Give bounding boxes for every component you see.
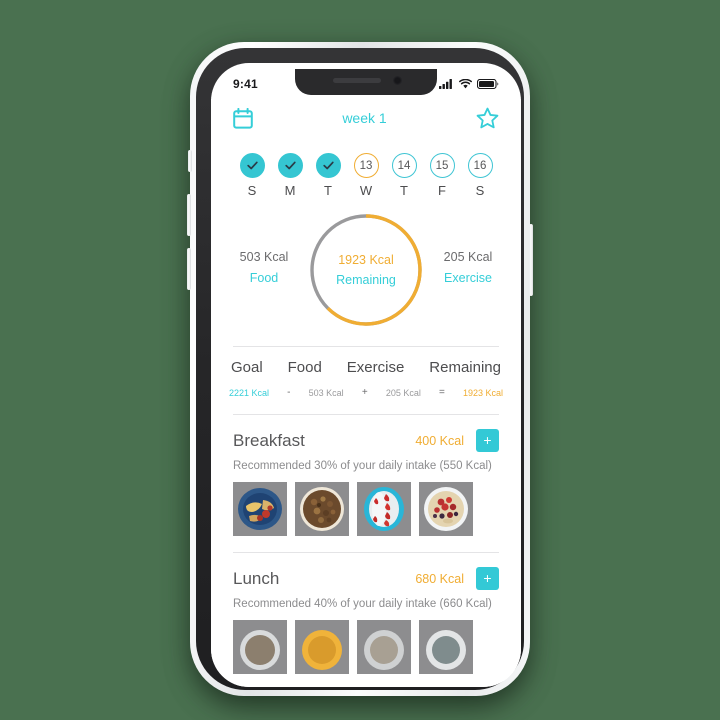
- meal-title: Breakfast: [233, 430, 305, 450]
- summary-remaining-value: 1923 Kcal: [462, 387, 503, 398]
- calorie-ring[interactable]: 1923 Kcal Remaining: [308, 212, 424, 328]
- lunch-thumb-1-icon[interactable]: [233, 620, 287, 674]
- summary-operator-equals: =: [438, 387, 445, 398]
- summary-food-value: 503 Kcal: [308, 387, 344, 398]
- meal-recommendation: Recommended 40% of your daily intake (66…: [233, 598, 492, 610]
- divider-between-meals: [233, 552, 499, 553]
- food-stat-label: Food: [249, 271, 279, 285]
- summary-operator-plus: +: [361, 387, 368, 398]
- day-letter: S: [247, 183, 257, 198]
- check-icon: [322, 161, 334, 170]
- berry-oats-icon[interactable]: [419, 482, 473, 536]
- meal-list: Breakfast 400 Kcal + Recommended 30% of you…: [211, 429, 521, 674]
- volume-up-button[interactable]: [187, 194, 191, 236]
- mute-switch[interactable]: [188, 150, 192, 172]
- day-number: 14: [397, 159, 411, 172]
- status-bar-time: 9:41: [233, 77, 258, 91]
- check-icon: [284, 161, 296, 170]
- day-number: 13: [359, 159, 373, 172]
- day-letter: M: [284, 183, 296, 198]
- meal-title: Lunch: [233, 568, 280, 588]
- day-column[interactable]: 14 T: [389, 153, 419, 198]
- day-circle-today[interactable]: 13: [353, 153, 379, 178]
- day-circle-future[interactable]: 15: [429, 153, 455, 178]
- day-circle-done[interactable]: [239, 153, 265, 178]
- exercise-stat-label: Exercise: [444, 271, 492, 285]
- page-title: week 1: [342, 110, 387, 126]
- summary-operator-minus: -: [287, 387, 291, 398]
- summary-exercise-value: 205 Kcal: [385, 387, 421, 398]
- phone-screen: 9:41 week 1 S M T 13 W 14 T 15 F 16 S 50…: [211, 63, 521, 687]
- calorie-ring-center: 1923 Kcal Remaining: [308, 212, 424, 328]
- summary-headers: Goal Food Exercise Remaining: [227, 359, 505, 376]
- summary-goal-value: 2221 Kcal: [229, 387, 270, 398]
- phone-mockup: 9:41 week 1 S M T 13 W 14 T 15 F 16 S 50…: [187, 42, 533, 702]
- lunch-thumb-2-icon[interactable]: [295, 620, 349, 674]
- meal-recommendation: Recommended 30% of your daily intake (55…: [233, 460, 492, 472]
- day-column[interactable]: T: [313, 153, 343, 198]
- star-icon[interactable]: [476, 107, 499, 129]
- day-circle-done[interactable]: [315, 153, 341, 178]
- divider-above-meals: [233, 414, 499, 415]
- day-strip: S M T 13 W 14 T 15 F 16 S: [211, 135, 521, 198]
- day-circle-future[interactable]: 16: [467, 153, 493, 178]
- exercise-stat: 205 Kcal Exercise: [431, 250, 505, 285]
- meal-section: Breakfast 400 Kcal + Recommended 30% of you…: [211, 429, 521, 553]
- app-content: week 1 S M T 13 W 14 T 15 F 16 S 503 Kcal Food: [211, 99, 521, 687]
- meal-header: Breakfast 400 Kcal +: [233, 429, 499, 452]
- wifi-icon: [459, 79, 472, 89]
- status-bar-icons: [439, 73, 499, 89]
- day-letter: S: [475, 183, 485, 198]
- check-icon: [246, 161, 258, 170]
- meal-thumbnails: [233, 620, 499, 674]
- strawberry-bowl-icon[interactable]: [357, 482, 411, 536]
- exercise-stat-value: 205 Kcal: [443, 250, 493, 264]
- food-stat-value: 503 Kcal: [239, 250, 289, 264]
- lunch-thumb-3-icon[interactable]: [357, 620, 411, 674]
- day-letter: T: [324, 183, 332, 198]
- day-letter: W: [359, 183, 373, 198]
- meal-calories: 680 Kcal: [415, 571, 464, 586]
- summary-header-food: Food: [287, 359, 322, 376]
- calorie-ring-section: 503 Kcal Food 1923 Kcal Remaining 205 Kc…: [211, 212, 521, 338]
- meal-thumbnails: [233, 482, 499, 536]
- lunch-thumb-4-icon[interactable]: [419, 620, 473, 674]
- remaining-label: Remaining: [336, 273, 396, 287]
- food-stat: 503 Kcal Food: [227, 250, 301, 285]
- day-circle-future[interactable]: 14: [391, 153, 417, 178]
- meal-header: Lunch 680 Kcal +: [233, 567, 499, 590]
- meal-calories: 400 Kcal: [415, 433, 464, 448]
- day-column[interactable]: S: [237, 153, 267, 198]
- signal-bars-icon: [439, 79, 452, 89]
- power-button[interactable]: [529, 224, 533, 296]
- add-food-button[interactable]: +: [476, 567, 499, 590]
- calorie-summary: Goal Food Exercise Remaining 2221 Kcal -…: [211, 347, 521, 398]
- meal-section: Lunch 680 Kcal + Recommended 40% of your da…: [211, 567, 521, 674]
- day-letter: F: [438, 183, 446, 198]
- calendar-icon[interactable]: [233, 107, 253, 129]
- battery-icon: [477, 79, 499, 89]
- granola-bowl-icon[interactable]: [295, 482, 349, 536]
- day-column[interactable]: M: [275, 153, 305, 198]
- plate-eggs-icon[interactable]: [233, 482, 287, 536]
- day-number: 16: [473, 159, 487, 172]
- phone-inner-frame: 9:41 week 1 S M T 13 W 14 T 15 F 16 S 50…: [196, 48, 524, 690]
- summary-header-exercise: Exercise: [346, 359, 405, 376]
- summary-header-remaining: Remaining: [429, 359, 501, 376]
- add-food-button[interactable]: +: [476, 429, 499, 452]
- day-number: 15: [435, 159, 449, 172]
- day-circle-done[interactable]: [277, 153, 303, 178]
- front-camera-icon: [393, 76, 402, 85]
- summary-header-goal: Goal: [231, 359, 263, 376]
- day-column[interactable]: 16 S: [465, 153, 495, 198]
- app-topbar: week 1: [211, 99, 521, 135]
- earpiece-speaker-icon: [333, 78, 381, 83]
- day-column[interactable]: 13 W: [351, 153, 381, 198]
- remaining-value: 1923 Kcal: [338, 253, 394, 267]
- day-letter: T: [400, 183, 408, 198]
- summary-values: 2221 Kcal - 503 Kcal + 205 Kcal = 1923 K…: [227, 387, 505, 398]
- volume-down-button[interactable]: [187, 248, 191, 290]
- day-column[interactable]: 15 F: [427, 153, 457, 198]
- phone-notch: [295, 69, 437, 95]
